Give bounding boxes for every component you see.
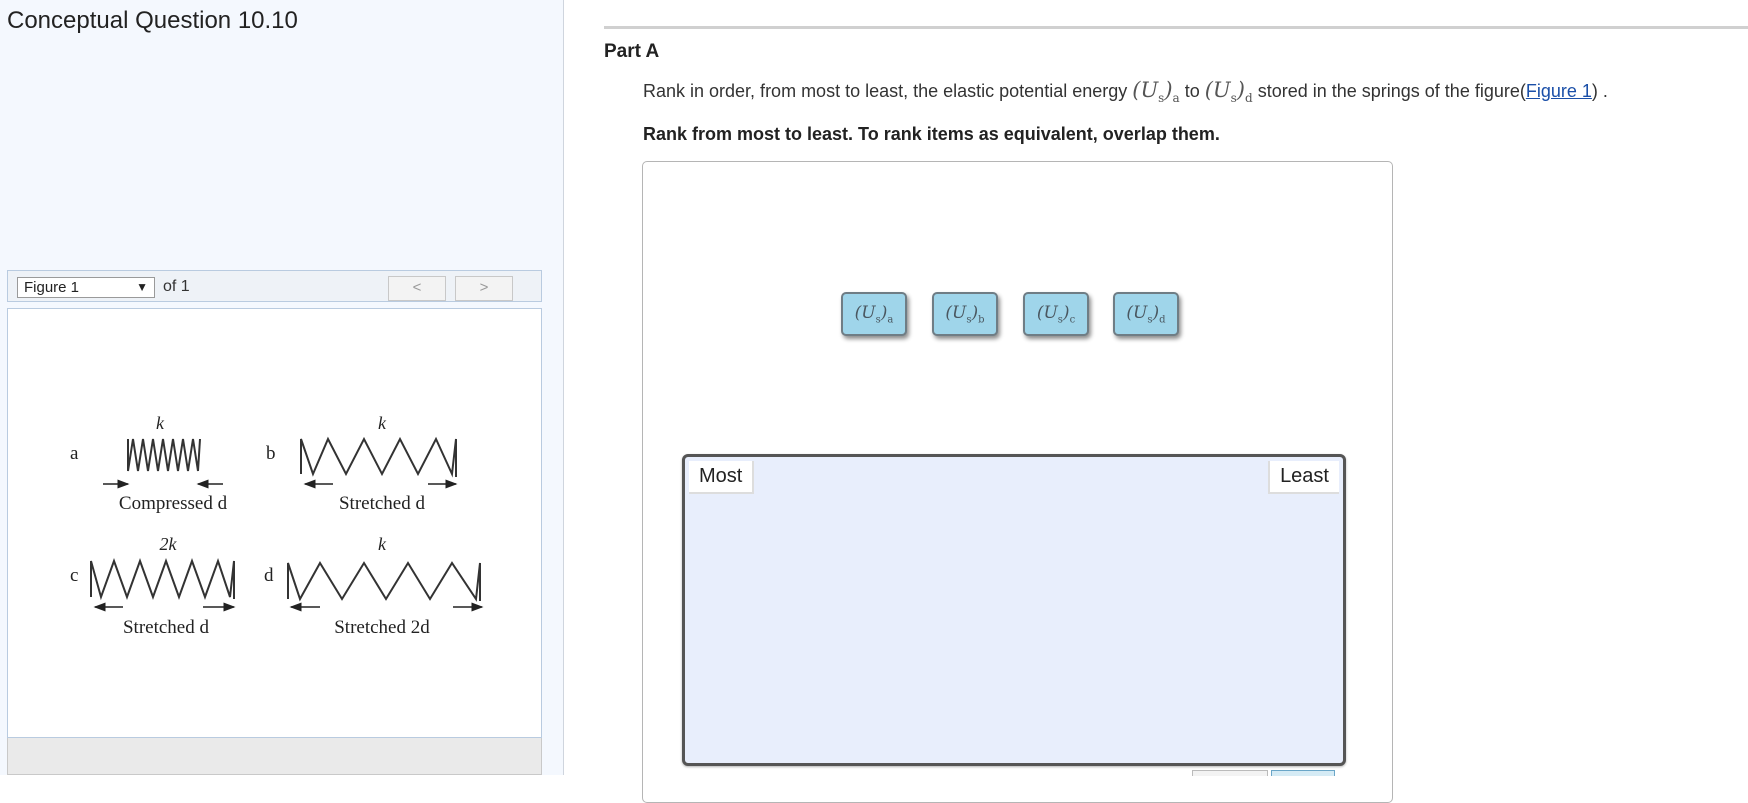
caption-b: Stretched d: [339, 493, 426, 514]
spring-c: c 2k Stretched d: [70, 534, 236, 638]
divider: [604, 26, 1748, 29]
figure-label-b: b: [266, 443, 276, 464]
figure-select[interactable]: Figure 1 ▼: [17, 277, 155, 298]
question-mid: to: [1184, 81, 1205, 101]
question-end: ) .: [1591, 81, 1608, 101]
spring-constant-d: k: [378, 534, 387, 554]
rank-item-sub: b: [978, 314, 985, 326]
previous-figure-button[interactable]: <: [388, 276, 446, 301]
question-text: Rank in order, from most to least, the e…: [643, 78, 1608, 105]
caption-a: Compressed d: [119, 493, 228, 514]
question-prefix: Rank in order, from most to least, the e…: [643, 81, 1133, 101]
spring-a: a k Compressed d: [70, 413, 228, 514]
rank-item-base: (U: [854, 303, 876, 323]
caption-c: Stretched d: [123, 617, 210, 638]
part-title: Part A: [604, 41, 660, 62]
spring-constant-c: 2k: [160, 534, 178, 554]
rank-item-base: (U: [1036, 303, 1058, 323]
math-from-sub: a: [1172, 91, 1180, 106]
figure-count: of 1: [163, 278, 190, 295]
rank-item-base: (U: [945, 303, 967, 323]
spring-constant-a: k: [156, 413, 165, 433]
coil-a: [127, 438, 201, 472]
ranking-instruction: Rank from most to least. To rank items a…: [643, 124, 1220, 144]
rank-item-c[interactable]: (Us)c: [1023, 292, 1089, 336]
caption-d: Stretched 2d: [334, 617, 430, 638]
math-to-base: (U: [1204, 78, 1231, 102]
rank-item-base: (U: [1126, 303, 1148, 323]
chevron-right-icon: >: [479, 279, 489, 296]
math-to: (Us)d: [1204, 78, 1253, 106]
figure-label-c: c: [70, 565, 78, 586]
figure-label-d: d: [264, 565, 274, 586]
coil-c: [90, 557, 235, 601]
dropdown-arrow-icon: ▼: [136, 280, 148, 294]
chevron-left-icon: <: [412, 279, 422, 296]
figure-label-a: a: [70, 443, 79, 464]
spring-figure: a k Compressed d b k Stretched d c 2k St…: [70, 413, 484, 638]
help-button[interactable]: [1271, 770, 1335, 776]
rank-item-close: ): [1062, 303, 1070, 323]
rank-item-sub: a: [887, 314, 894, 326]
spring-d: d k Stretched 2d: [264, 534, 484, 638]
figure-select-value: Figure 1: [24, 279, 80, 296]
math-from-base: (U: [1132, 78, 1159, 102]
least-label: Least: [1268, 461, 1339, 494]
most-label: Most: [689, 461, 755, 494]
math-to-close: ): [1236, 78, 1245, 102]
next-figure-button[interactable]: >: [455, 276, 513, 301]
spring-constant-b: k: [378, 413, 387, 433]
rank-item-a[interactable]: (Us)a: [841, 292, 907, 336]
math-to-sub: d: [1245, 91, 1253, 106]
coil-d: [287, 561, 481, 602]
rank-item-b[interactable]: (Us)b: [932, 292, 998, 336]
figure-footer: [7, 738, 542, 775]
math-from: (Us)a: [1132, 78, 1180, 106]
math-from-close: ): [1164, 78, 1173, 102]
reset-button[interactable]: [1192, 770, 1268, 776]
figure-navigation-bar: Figure 1 ▼ of 1 < >: [7, 270, 542, 302]
rank-item-sub: d: [1159, 314, 1166, 326]
question-suffix: stored in the springs of the figure(: [1257, 81, 1526, 101]
coil-b: [300, 436, 457, 478]
rank-item-sub: c: [1069, 314, 1076, 326]
figure-panel: Conceptual Question 10.10 Figure 1 ▼ of …: [0, 0, 564, 775]
spring-b: b k Stretched d: [266, 413, 458, 514]
page-title: Conceptual Question 10.10: [7, 7, 298, 34]
ranking-drop-zone[interactable]: Most Least: [682, 454, 1346, 766]
figure-viewport: a k Compressed d b k Stretched d c 2k St…: [7, 308, 542, 738]
figure-link[interactable]: Figure 1: [1526, 81, 1592, 101]
rank-item-d[interactable]: (Us)d: [1113, 292, 1179, 336]
